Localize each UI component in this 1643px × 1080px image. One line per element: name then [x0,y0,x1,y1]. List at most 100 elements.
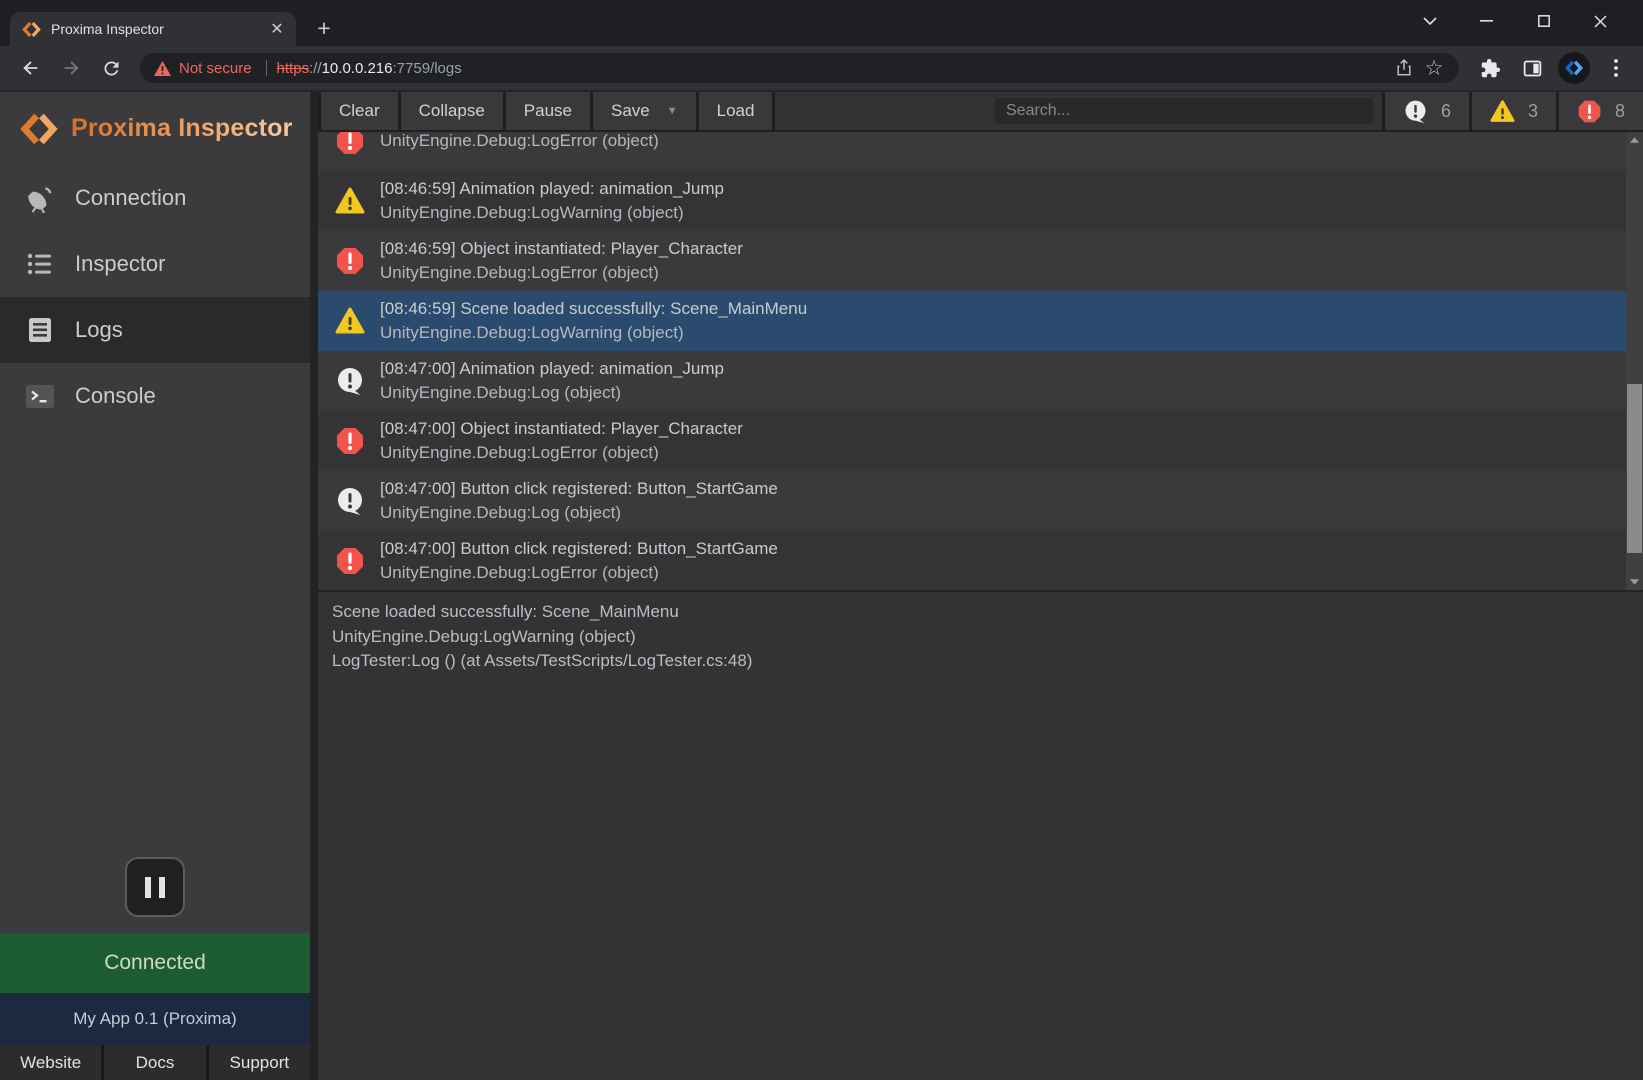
detail-line: Scene loaded successfully: Scene_MainMen… [332,600,1629,625]
log-row[interactable]: UnityEngine.Debug:LogError (object) [318,132,1626,171]
proxima-favicon [22,20,41,39]
log-stack: UnityEngine.Debug:LogError (object) [380,441,743,465]
error-icon [335,246,365,276]
log-row[interactable]: [08:47:00] Animation played: animation_J… [318,351,1626,411]
satellite-icon [24,183,56,213]
minimize-icon[interactable] [1458,8,1515,34]
search-input[interactable] [994,98,1374,124]
reload-icon[interactable] [94,51,128,85]
url-text: https://10.0.0.216:7759/logs [277,60,462,77]
extensions-icon[interactable] [1473,51,1507,85]
save-dropdown-icon[interactable]: ▼ [667,105,678,117]
log-stack: UnityEngine.Debug:LogError (object) [380,561,778,585]
document-icon [24,316,56,344]
sidebar-item-label: Logs [75,317,123,343]
detail-line: UnityEngine.Debug:LogWarning (object) [332,625,1629,650]
sidebar-item-label: Connection [75,185,186,211]
scroll-down-icon[interactable] [1626,574,1643,590]
log-row[interactable]: [08:47:00] Button click registered: Butt… [318,471,1626,531]
log-message: [08:47:00] Button click registered: Butt… [380,477,778,501]
scrollbar[interactable] [1626,132,1643,590]
log-message: [08:46:59] Animation played: animation_J… [380,177,724,201]
docs-link[interactable]: Docs [104,1045,205,1080]
log-row[interactable]: [08:47:00] Button click registered: Butt… [318,531,1626,590]
profile-avatar[interactable] [1557,51,1591,85]
back-icon[interactable] [14,51,48,85]
not-secure-label: Not secure [179,60,252,77]
forward-icon[interactable] [54,51,88,85]
scroll-up-icon[interactable] [1626,132,1643,148]
info-count: 6 [1441,101,1451,122]
sidebar-item-label: Console [75,383,156,409]
error-icon [1577,99,1602,124]
sidebar-item-inspector[interactable]: Inspector [0,231,310,297]
pause-button[interactable]: Pause [506,92,590,130]
log-row[interactable]: [08:47:00] Object instantiated: Player_C… [318,411,1626,471]
log-row[interactable]: [08:46:59] Object instantiated: Player_C… [318,231,1626,291]
info-icon [335,486,365,516]
clear-button[interactable]: Clear [321,92,398,130]
sidebar-item-label: Inspector [75,251,166,277]
logs-toolbar: Clear Collapse Pause Save▼ Load 6 [318,92,1643,132]
chevron-down-icon[interactable] [1401,8,1458,34]
collapse-button[interactable]: Collapse [401,92,503,130]
log-stack: UnityEngine.Debug:Log (object) [380,501,778,525]
detail-line: LogTester:Log () (at Assets/TestScripts/… [332,649,1629,674]
log-stack: UnityEngine.Debug:LogWarning (object) [380,201,724,225]
log-message: [08:46:59] Object instantiated: Player_C… [380,237,743,261]
terminal-icon [24,383,56,410]
connection-status-badge: Connected [0,933,310,993]
close-window-icon[interactable] [1572,8,1629,34]
bookmark-star-icon[interactable]: ☆ [1419,53,1449,83]
warning-count-filter[interactable]: 3 [1469,92,1556,130]
warning-count: 3 [1528,101,1538,122]
sidebar: Proxima Inspector Connection Inspect [0,92,310,1080]
tab-close-icon[interactable]: ✕ [266,18,288,40]
log-row[interactable]: [08:46:59] Animation played: animation_J… [318,171,1626,231]
log-detail-panel: Scene loaded successfully: Scene_MainMen… [318,590,1643,1080]
log-message: [08:46:59] Scene loaded successfully: Sc… [380,297,807,321]
maximize-icon[interactable] [1515,8,1572,34]
error-count: 8 [1615,101,1625,122]
connected-app-info: My App 0.1 (Proxima) [0,993,310,1045]
browser-tab[interactable]: Proxima Inspector ✕ [10,12,296,46]
log-stack: UnityEngine.Debug:Log (object) [380,381,724,405]
sidebar-footer: Website Docs Support [0,1045,310,1080]
warning-icon [335,306,365,336]
new-tab-button[interactable]: + [310,14,338,42]
info-icon [1403,99,1428,124]
browser-menu-icon[interactable] [1599,51,1633,85]
proxima-logo-icon [20,110,58,148]
share-icon[interactable] [1389,53,1419,83]
support-link[interactable]: Support [209,1045,310,1080]
scrollbar-thumb[interactable] [1627,384,1642,553]
log-message: [08:47:00] Animation played: animation_J… [380,357,724,381]
browser-chrome: Proxima Inspector ✕ + [0,0,1643,90]
url-bar[interactable]: Not secure https://10.0.0.216:7759/logs … [140,53,1459,83]
sidebar-item-connection[interactable]: Connection [0,165,310,231]
warning-icon [335,186,365,216]
sidebar-item-console[interactable]: Console [0,363,310,429]
error-icon [335,546,365,576]
app-logo: Proxima Inspector [0,92,310,165]
logs-page: Clear Collapse Pause Save▼ Load 6 [310,92,1643,1080]
error-icon [335,132,365,156]
log-message: [08:47:00] Object instantiated: Player_C… [380,417,743,441]
log-row[interactable]: [08:46:59] Scene loaded successfully: Sc… [318,291,1626,351]
info-count-filter[interactable]: 6 [1382,92,1469,130]
pause-icon [145,877,151,898]
url-divider [266,60,267,76]
save-button[interactable]: Save▼ [593,92,696,130]
log-stack: UnityEngine.Debug:LogWarning (object) [380,321,807,345]
log-message: [08:47:00] Button click registered: Butt… [380,537,778,561]
side-panel-icon[interactable] [1515,51,1549,85]
error-count-filter[interactable]: 8 [1556,92,1643,130]
browser-toolbar: Not secure https://10.0.0.216:7759/logs … [0,46,1643,90]
app-title: Proxima Inspector [71,114,293,143]
load-button[interactable]: Load [699,92,773,130]
tab-title: Proxima Inspector [51,21,266,37]
sidebar-item-logs[interactable]: Logs [0,297,310,363]
website-link[interactable]: Website [0,1045,101,1080]
pause-stream-button[interactable] [125,857,185,917]
not-secure-warning-icon [154,61,171,76]
